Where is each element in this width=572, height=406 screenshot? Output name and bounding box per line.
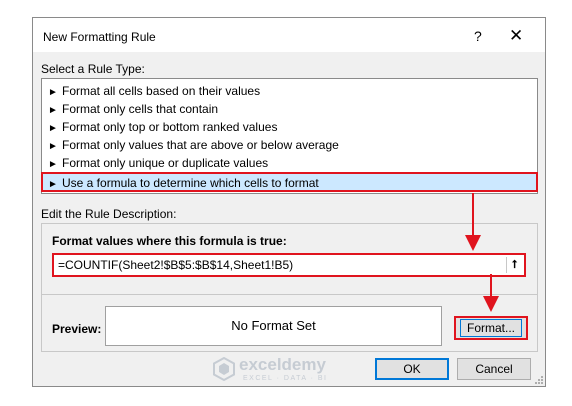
watermark-name: exceldemy <box>239 355 326 374</box>
rule-description-panel: Format values where this formula is true… <box>41 223 538 352</box>
help-icon[interactable]: ? <box>474 28 482 44</box>
formula-label: Format values where this formula is true… <box>52 234 287 248</box>
rule-type-item[interactable]: ► Format only values that are above or be… <box>48 136 339 154</box>
rule-type-item[interactable]: ► Format only cells that contain <box>48 100 218 118</box>
ok-button[interactable]: OK <box>375 358 449 380</box>
resize-grip-icon[interactable] <box>534 375 544 385</box>
format-button[interactable]: Format... <box>454 316 528 340</box>
title-bar: New Formatting Rule ? ✕ <box>33 18 545 52</box>
format-button-label: Format... <box>459 319 522 337</box>
dialog-title: New Formatting Rule <box>43 30 156 44</box>
rule-type-item[interactable]: ► Format only unique or duplicate values <box>48 154 268 172</box>
watermark-tagline: EXCEL · DATA · BI <box>243 375 328 382</box>
close-icon[interactable]: ✕ <box>509 26 523 46</box>
collapse-dialog-icon[interactable]: ⭡ <box>506 257 522 273</box>
new-formatting-rule-dialog: New Formatting Rule ? ✕ Select a Rule Ty… <box>32 17 546 387</box>
rule-type-item[interactable]: ► Format all cells based on their values <box>48 82 260 100</box>
exceldemy-watermark: exceldemy EXCEL · DATA · BI <box>213 355 373 385</box>
exceldemy-logo-icon <box>213 357 235 381</box>
rule-type-label: Select a Rule Type: <box>41 62 145 76</box>
separator <box>42 294 537 295</box>
edit-description-label: Edit the Rule Description: <box>41 207 177 221</box>
cancel-button[interactable]: Cancel <box>457 358 531 380</box>
formula-value: =COUNTIF(Sheet2!$B$5:$B$14,Sheet1!B5) <box>58 258 294 272</box>
preview-label: Preview: <box>52 322 102 336</box>
selected-rule-highlight <box>41 172 538 192</box>
preview-box: No Format Set <box>105 306 442 346</box>
formula-input[interactable]: =COUNTIF(Sheet2!$B$5:$B$14,Sheet1!B5) ⭡ <box>52 253 526 277</box>
rule-type-item[interactable]: ► Format only top or bottom ranked values <box>48 118 277 136</box>
